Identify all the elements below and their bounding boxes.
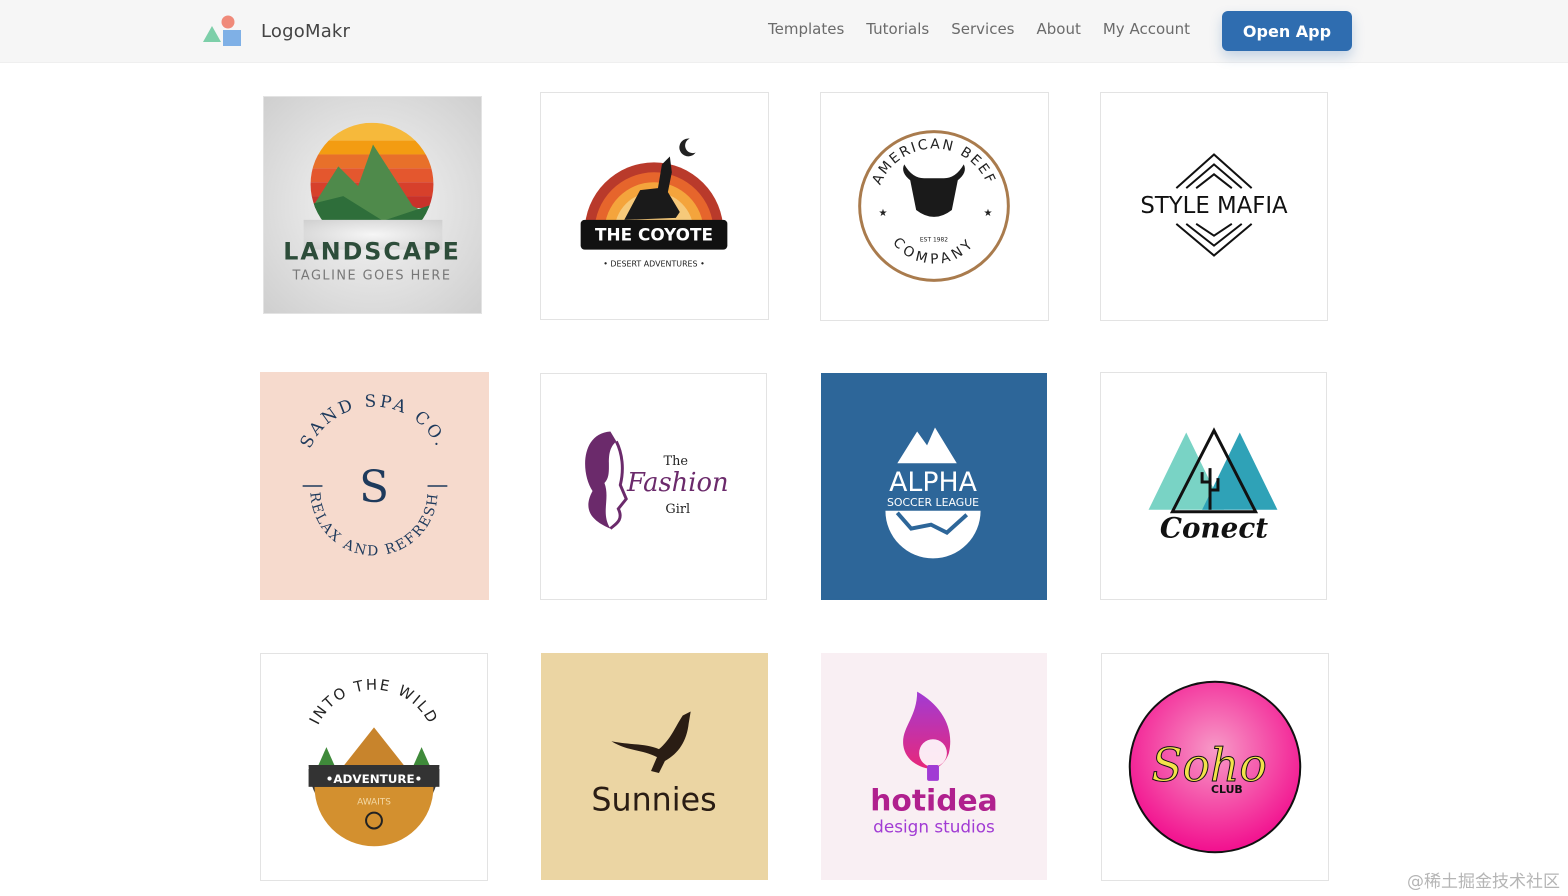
nav-templates[interactable]: Templates bbox=[768, 20, 844, 38]
template-card-into-the-wild[interactable]: INTO THE WILD •ADVENTURE• AWAITS bbox=[260, 653, 488, 881]
template-card-fashion-girl[interactable]: The Fashion Girl bbox=[540, 373, 767, 600]
coyote-tagline: • DESERT ADVENTURES • bbox=[603, 259, 705, 268]
watermark: @稀土掘金技术社区 bbox=[1407, 872, 1560, 892]
nav-tutorials[interactable]: Tutorials bbox=[866, 20, 929, 38]
kangaroo-icon: Sunnies bbox=[542, 654, 767, 879]
coyote-title: THE COYOTE bbox=[595, 225, 713, 245]
camp-tent-icon: INTO THE WILD •ADVENTURE• AWAITS bbox=[261, 654, 487, 880]
alpha-tagline: SOCCER LEAGUE bbox=[887, 496, 979, 509]
soccer-ball-icon: ALPHA SOCCER LEAGUE bbox=[822, 374, 1046, 599]
sunnies-title: Sunnies bbox=[591, 783, 716, 819]
alpha-title: ALPHA bbox=[889, 467, 977, 498]
wild-tagline: AWAITS bbox=[357, 798, 391, 808]
fashion-girl: Girl bbox=[665, 502, 690, 517]
nav-services[interactable]: Services bbox=[951, 20, 1014, 38]
template-card-soho-club[interactable]: Soho CLUB bbox=[1101, 653, 1329, 881]
wild-banner: •ADVENTURE• bbox=[326, 772, 422, 786]
open-app-button[interactable]: Open App bbox=[1222, 11, 1352, 51]
bull-head-icon: AMERICAN BEEF COMPANY EST 1982 ★ ★ bbox=[821, 93, 1048, 320]
template-card-landscape[interactable]: LANDSCAPE TAGLINE GOES HERE bbox=[263, 96, 482, 314]
template-card-sunnies[interactable]: Sunnies bbox=[541, 653, 768, 880]
nav-about[interactable]: About bbox=[1037, 20, 1081, 38]
howling-coyote-icon: THE COYOTE • DESERT ADVENTURES • bbox=[541, 93, 768, 319]
fashion-title: Fashion bbox=[626, 468, 729, 498]
svg-text:★: ★ bbox=[878, 208, 887, 219]
spa-monogram: S bbox=[359, 463, 389, 513]
fashion-the: The bbox=[664, 454, 689, 469]
style-mafia-title: STYLE MAFIA bbox=[1140, 193, 1288, 219]
top-navbar: LogoMakr Templates Tutorials Services Ab… bbox=[0, 0, 1568, 63]
nav-my-account[interactable]: My Account bbox=[1103, 20, 1190, 38]
logomakr-shapes-icon bbox=[203, 15, 241, 46]
template-card-alpha-soccer[interactable]: ALPHA SOCCER LEAGUE bbox=[821, 373, 1047, 600]
conect-title: Conect bbox=[1160, 512, 1268, 545]
hotidea-tagline: design studios bbox=[873, 816, 995, 836]
pink-circle-icon: Soho CLUB bbox=[1102, 654, 1328, 880]
woman-hair-icon: The Fashion Girl bbox=[541, 374, 766, 599]
template-card-sand-spa[interactable]: SAND SPA CO. RELAX AND REFRESH S bbox=[260, 372, 489, 600]
hotidea-title: hotidea bbox=[870, 784, 997, 819]
brand-name: LogoMakr bbox=[261, 20, 351, 42]
soho-title: Soho bbox=[1151, 739, 1266, 792]
template-card-conect[interactable]: Conect bbox=[1100, 372, 1327, 600]
mountain-deer-icon: LANDSCAPE TAGLINE GOES HERE bbox=[264, 97, 481, 313]
mountain-cactus-icon: Conect bbox=[1101, 373, 1326, 599]
main-nav: Templates Tutorials Services About My Ac… bbox=[768, 20, 1212, 38]
chevron-diamond-icon: STYLE MAFIA bbox=[1101, 93, 1327, 320]
brand-logo[interactable]: LogoMakr bbox=[203, 14, 350, 48]
template-card-coyote[interactable]: THE COYOTE • DESERT ADVENTURES • bbox=[540, 92, 769, 320]
spa-badge-icon: SAND SPA CO. RELAX AND REFRESH S bbox=[261, 373, 488, 599]
template-card-american-beef[interactable]: AMERICAN BEEF COMPANY EST 1982 ★ ★ bbox=[820, 92, 1049, 321]
landscape-tagline: TAGLINE GOES HERE bbox=[292, 268, 452, 283]
template-card-hotidea[interactable]: hotidea design studios bbox=[821, 653, 1047, 880]
beef-est: EST 1982 bbox=[920, 237, 948, 244]
landscape-title: LANDSCAPE bbox=[283, 237, 461, 265]
template-card-style-mafia[interactable]: STYLE MAFIA bbox=[1100, 92, 1328, 321]
soho-tagline: CLUB bbox=[1211, 783, 1243, 796]
svg-text:★: ★ bbox=[984, 208, 993, 219]
flame-bulb-icon: hotidea design studios bbox=[822, 654, 1046, 879]
